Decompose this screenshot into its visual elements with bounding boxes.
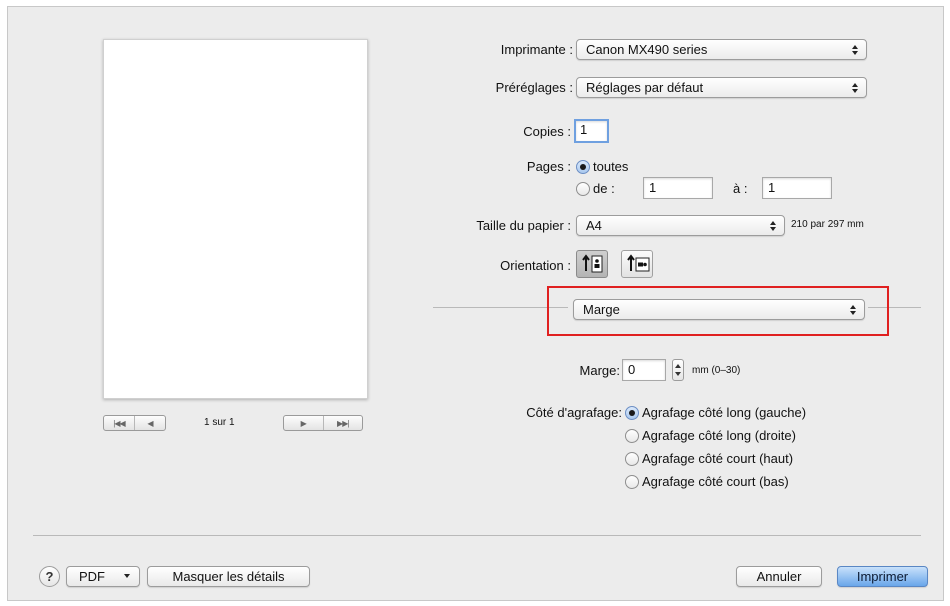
page-indicator: 1 sur 1 [204,417,235,428]
orientation-portrait-button[interactable] [576,250,608,278]
help-button[interactable]: ? [39,566,60,587]
hide-details-button[interactable]: Masquer les détails [147,566,310,587]
orientation-label: Orientation : [500,258,571,273]
print-button[interactable]: Imprimer [837,566,928,587]
pages-all-label: toutes [593,159,629,174]
margin-label: Marge: [579,363,620,378]
stapling-option-label: Agrafage côté court (haut) [642,451,794,466]
copies-field[interactable]: 1 [574,119,609,143]
printer-value: Canon MX490 series [586,42,708,57]
stapling-option-label: Agrafage côté long (gauche) [642,405,807,420]
previous-page-icon[interactable]: ◀ [134,416,165,430]
last-page-icon[interactable]: ▶▶| [322,416,363,430]
margin-unit: mm (0–30) [692,365,741,376]
stapling-option-radio[interactable] [625,429,639,443]
pages-label: Pages : [526,159,571,174]
stapling-label: Côté d'agrafage: [526,405,622,420]
paper-size-value: A4 [586,218,602,233]
pages-to-label: à : [733,181,748,196]
cancel-button[interactable]: Annuler [736,566,822,587]
preview-forward-buttons[interactable]: ▶ ▶▶| [283,415,363,431]
popup-arrows-icon [769,218,777,233]
first-page-icon[interactable]: |◀◀ [104,416,134,430]
paper-size-popup[interactable]: A4 [576,215,785,236]
footer-separator [33,535,921,536]
pages-range-radio[interactable] [576,182,590,196]
copies-label: Copies : [523,124,571,139]
stapling-option-radio[interactable] [625,406,639,420]
stapling-option-radio[interactable] [625,452,639,466]
chevron-down-icon [124,574,130,578]
landscape-icon [627,254,650,272]
pages-all-radio[interactable] [576,160,590,174]
highlight-box [547,286,889,336]
presets-popup[interactable]: Réglages par défaut [576,77,867,98]
print-dialog: |◀◀ ◀ 1 sur 1 ▶ ▶▶| Imprimante : Canon M… [7,6,944,601]
margin-field[interactable]: 0 [622,359,666,381]
paper-size-label: Taille du papier : [476,218,571,233]
presets-value: Réglages par défaut [586,80,704,95]
margin-stepper[interactable] [672,359,684,381]
pages-from-field[interactable]: 1 [643,177,713,199]
pages-from-label: de : [593,181,615,196]
preview-back-buttons[interactable]: |◀◀ ◀ [103,415,166,431]
printer-label: Imprimante : [500,42,573,57]
pdf-label: PDF [79,569,105,584]
popup-arrows-icon [851,80,859,95]
presets-label: Préréglages : [495,80,573,95]
pages-to-field[interactable]: 1 [762,177,832,199]
stapling-option-label: Agrafage côté court (bas) [642,474,789,489]
stapling-option-label: Agrafage côté long (droite) [642,428,796,443]
next-page-icon[interactable]: ▶ [284,416,323,430]
orientation-landscape-button[interactable] [621,250,653,278]
stapling-option-radio[interactable] [625,475,639,489]
pdf-menu-button[interactable]: PDF [66,566,140,587]
portrait-icon [582,254,603,273]
printer-popup[interactable]: Canon MX490 series [576,39,867,60]
popup-arrows-icon [851,42,859,57]
print-preview [103,39,368,399]
paper-dimensions: 210 par 297 mm [791,219,864,230]
